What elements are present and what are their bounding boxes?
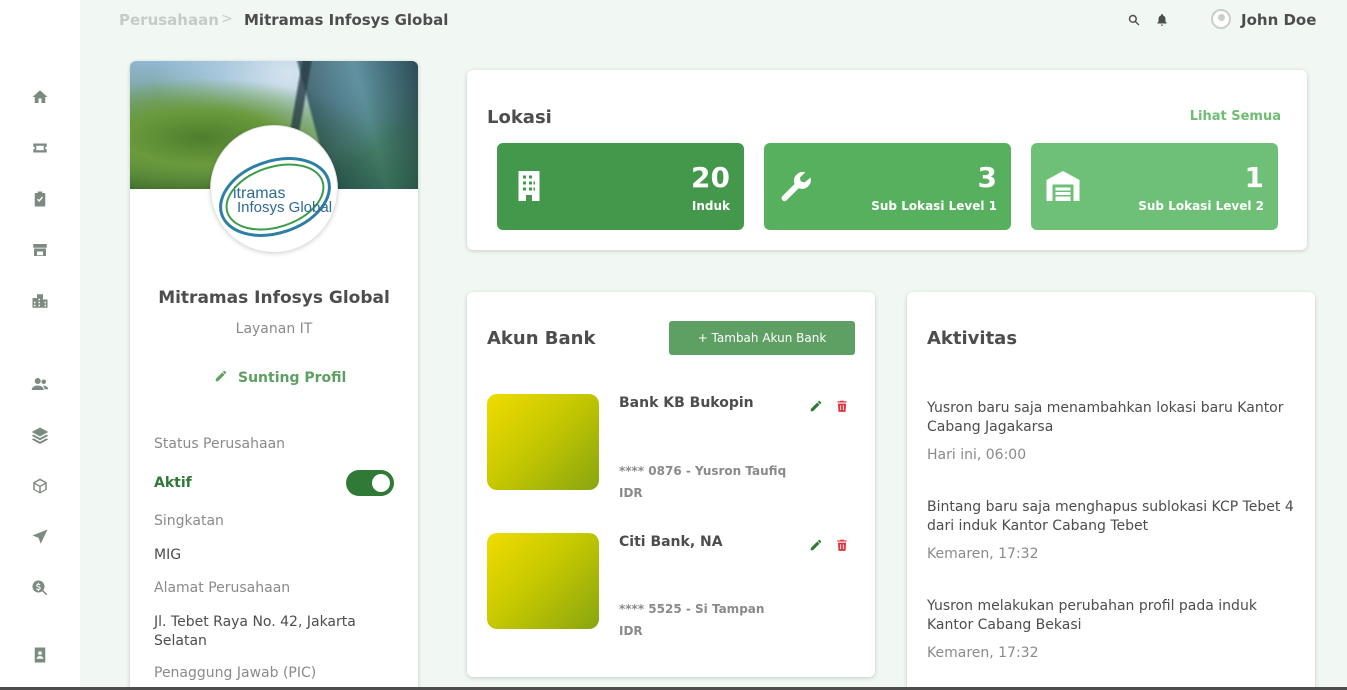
abbr-value: MIG [154,547,182,563]
warehouse-icon [1045,168,1081,204]
cube-icon[interactable] [30,476,50,496]
bell-icon[interactable] [1155,12,1169,26]
status-label: Status Perusahaan [154,436,286,452]
stat-sub-level-2[interactable]: 1 Sub Lokasi Level 2 [1031,143,1278,230]
stat-sub-level-2-label: Sub Lokasi Level 2 [1138,199,1264,213]
search-icon[interactable] [1127,12,1141,26]
users-icon[interactable] [30,374,50,394]
company-name: Mitramas Infosys Global [158,288,390,308]
status-toggle[interactable] [346,470,394,496]
address-label: Alamat Perusahaan [154,580,291,596]
stat-induk-label: Induk [691,199,730,213]
avatar[interactable] [1211,9,1231,29]
home-icon[interactable] [30,87,50,107]
top-bar: Perusahaan > Mitramas Infosys Global Joh… [80,0,1347,40]
trash-icon[interactable] [835,537,849,551]
abbr-label: Singkatan [154,513,224,529]
activity-item-text: Yusron baru saja menambahkan lokasi baru… [927,400,1284,435]
stat-sub-level-2-value: 1 [1244,161,1264,194]
activity-card: Aktivitas Yusron baru saja menambahkan l… [907,292,1315,690]
activity-item-time: Kemaren, 17:32 [927,546,1039,562]
clipboard-check-icon[interactable] [30,189,50,209]
see-all-link[interactable]: Lihat Semua [1190,109,1281,124]
stat-sub-level-1-value: 3 [977,161,997,194]
wrench-icon [778,168,814,204]
contact-book-icon[interactable] [30,645,50,665]
bank-card-image [487,533,599,629]
edit-icon[interactable] [809,398,823,412]
pic-label: Penaggung Jawab (PIC) [154,665,317,681]
edit-icon[interactable] [809,537,823,551]
store-icon[interactable] [30,240,50,260]
bank-account-number: **** 5525 - Si Tampan [619,602,765,616]
bank-account-number: **** 0876 - Yusron Taufiq [619,464,787,478]
breadcrumb-current: Mitramas Infosys Global [244,11,449,29]
send-icon[interactable] [30,527,50,547]
location-card: Lokasi Lihat Semua 20 Induk 3 Sub Lokasi… [467,70,1307,250]
search-dollar-icon[interactable] [30,578,50,598]
company-profile-card: itramas Infosys Global Mitramas Infosys … [130,61,418,690]
bank-card-image [487,394,599,490]
bank-title: Akun Bank [487,328,596,349]
company-logo: itramas Infosys Global [210,125,338,253]
edit-profile-label: Sunting Profil [238,370,347,386]
activity-item-time: Kemaren, 17:32 [927,645,1039,661]
stat-sub-level-1[interactable]: 3 Sub Lokasi Level 1 [764,143,1011,230]
ticket-icon[interactable] [30,138,50,158]
building-icon [511,168,547,204]
bank-currency: IDR [619,486,643,500]
company-type: Layanan IT [235,321,313,337]
address-value: Jl. Tebet Raya No. 42, Jakarta Selatan [154,614,356,649]
breadcrumb-separator: > [221,11,233,27]
user-name[interactable]: John Doe [1241,11,1316,29]
activity-title: Aktivitas [927,328,1018,349]
bank-currency: IDR [619,624,643,638]
logo-text-line2: Infosys Global [237,199,332,216]
stat-sub-level-1-label: Sub Lokasi Level 1 [871,199,997,213]
sidebar [0,0,80,690]
breadcrumb-parent[interactable]: Perusahaan [119,11,219,29]
activity-item-text: Yusron melakukan perubahan profil pada i… [927,598,1257,633]
activity-item-time: Hari ini, 06:00 [927,447,1027,463]
bank-name: Bank KB Bukopin [619,395,754,411]
layers-icon[interactable] [30,425,50,445]
pencil-icon [214,369,228,387]
bank-name: Citi Bank, NA [619,534,723,550]
edit-profile-button[interactable]: Sunting Profil [214,369,346,387]
trash-icon[interactable] [835,398,849,412]
location-title: Lokasi [487,107,552,128]
buildings-icon[interactable] [30,291,50,311]
bank-account-card: Akun Bank + Tambah Akun Bank Bank KB Buk… [467,292,875,677]
activity-item-text: Bintang baru saja menghapus sublokasi KC… [927,499,1294,534]
stat-induk[interactable]: 20 Induk [497,143,744,230]
stat-induk-value: 20 [691,161,730,194]
add-bank-account-button[interactable]: + Tambah Akun Bank [669,321,855,355]
